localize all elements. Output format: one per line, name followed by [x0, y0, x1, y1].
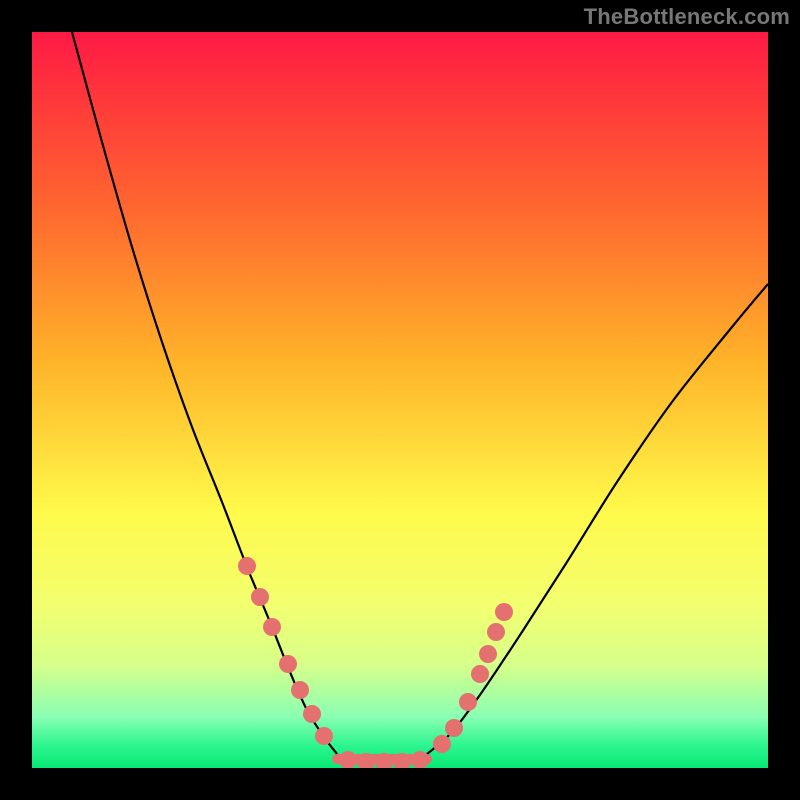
data-point	[411, 751, 429, 768]
right-curve-path	[427, 284, 768, 754]
data-point	[445, 719, 463, 737]
chart-svg	[32, 32, 768, 768]
data-point	[303, 705, 321, 723]
data-point	[495, 603, 513, 621]
data-point	[459, 693, 477, 711]
data-point	[479, 645, 497, 663]
data-point	[471, 665, 489, 683]
plot-area	[32, 32, 768, 768]
data-point	[339, 751, 357, 768]
data-point	[315, 727, 333, 745]
curve-group	[72, 32, 768, 759]
marker-group	[238, 557, 513, 768]
data-point	[291, 681, 309, 699]
watermark-text: TheBottleneck.com	[584, 4, 790, 30]
data-point	[433, 735, 451, 753]
left-curve-path	[72, 32, 337, 754]
data-point	[238, 557, 256, 575]
data-point	[487, 623, 505, 641]
chart-frame: TheBottleneck.com	[0, 0, 800, 800]
data-point	[375, 753, 393, 768]
data-point	[357, 753, 375, 768]
data-point	[251, 588, 269, 606]
data-point	[263, 618, 281, 636]
data-point	[393, 753, 411, 768]
data-point	[279, 655, 297, 673]
